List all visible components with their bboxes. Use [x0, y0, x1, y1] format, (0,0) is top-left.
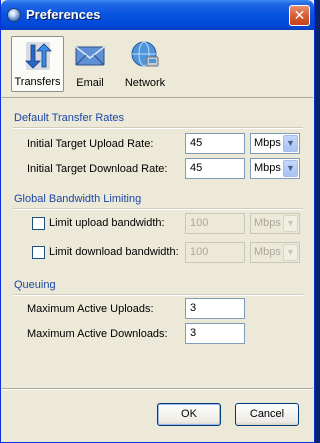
ok-button[interactable]: OK [157, 403, 221, 426]
limit-download-label[interactable]: Limit download bandwidth: [49, 246, 179, 258]
upload-rate-input[interactable]: 45 [185, 133, 245, 154]
preferences-window: Preferences ✕ Transfers Email Network De… [0, 0, 315, 443]
chevron-down-icon[interactable]: ▼ [283, 244, 298, 261]
max-downloads-label: Maximum Active Downloads: [27, 328, 168, 340]
section-title-default-rates: Default Transfer Rates [14, 112, 125, 124]
tab-network-label: Network [124, 77, 166, 89]
upload-limit-unit-value: Mbps [254, 217, 281, 229]
section-title-bandwidth: Global Bandwidth Limiting [14, 193, 142, 205]
download-limit-unit-select[interactable]: Mbps ▼ [250, 242, 300, 263]
chevron-down-icon[interactable]: ▼ [283, 160, 298, 177]
tab-email-label: Email [76, 77, 104, 89]
max-uploads-label: Maximum Active Uploads: [27, 303, 154, 315]
max-uploads-input[interactable]: 3 [185, 298, 245, 319]
download-limit-input[interactable]: 100 [185, 242, 245, 263]
network-globe-icon [131, 41, 159, 67]
download-rate-input[interactable]: 45 [185, 158, 245, 179]
tab-transfers-label: Transfers [14, 76, 61, 88]
upload-rate-unit-select[interactable]: Mbps ▼ [250, 133, 300, 154]
upload-rate-unit-value: Mbps [254, 137, 281, 149]
title-bar[interactable]: Preferences ✕ [1, 0, 314, 30]
cancel-button[interactable]: Cancel [235, 403, 299, 426]
preferences-toolbar: Transfers Email Network [2, 30, 313, 98]
close-icon: ✕ [293, 7, 306, 23]
tab-transfers[interactable]: Transfers [11, 36, 64, 92]
tab-network[interactable]: Network [118, 36, 172, 92]
section-title-queuing: Queuing [14, 279, 56, 291]
section-divider [13, 294, 303, 296]
upload-limit-unit-select[interactable]: Mbps ▼ [250, 213, 300, 234]
transfer-arrows-icon [24, 42, 52, 70]
limit-upload-checkbox[interactable] [32, 217, 45, 230]
close-button[interactable]: ✕ [289, 5, 310, 26]
chevron-down-icon[interactable]: ▼ [283, 135, 298, 152]
section-divider [13, 208, 303, 210]
download-rate-unit-select[interactable]: Mbps ▼ [250, 158, 300, 179]
download-limit-unit-value: Mbps [254, 246, 281, 258]
download-rate-unit-value: Mbps [254, 162, 281, 174]
limit-upload-label[interactable]: Limit upload bandwidth: [49, 217, 165, 229]
max-downloads-input[interactable]: 3 [185, 323, 245, 344]
chevron-down-icon[interactable]: ▼ [283, 215, 298, 232]
download-rate-label: Initial Target Download Rate: [27, 163, 168, 175]
tab-email[interactable]: Email [68, 36, 112, 92]
upload-limit-input[interactable]: 100 [185, 213, 245, 234]
section-divider [13, 127, 303, 129]
upload-rate-label: Initial Target Upload Rate: [27, 138, 154, 150]
app-icon [7, 8, 21, 22]
limit-download-checkbox[interactable] [32, 246, 45, 259]
envelope-icon [75, 46, 105, 66]
footer-divider [2, 388, 313, 390]
window-title: Preferences [26, 7, 101, 22]
